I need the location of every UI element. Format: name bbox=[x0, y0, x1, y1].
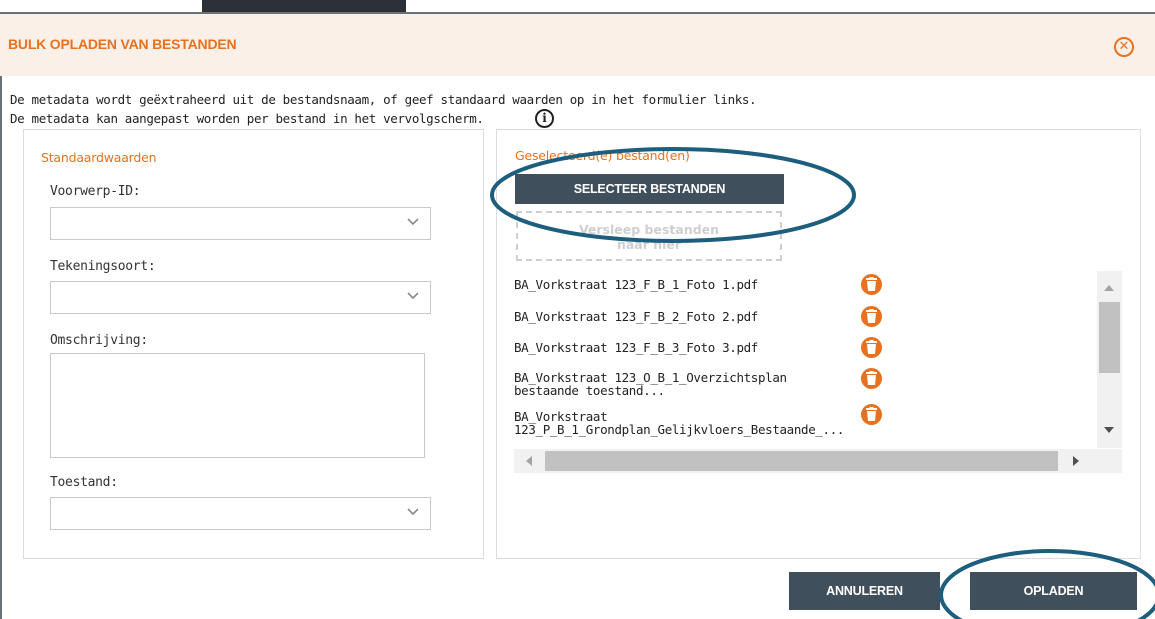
dropzone-text-line-2: naar hier bbox=[616, 237, 682, 252]
cancel-button[interactable]: ANNULEREN bbox=[789, 572, 940, 610]
chevron-down-icon bbox=[407, 292, 419, 300]
voorwerp-id-label: Voorwerp-ID: bbox=[50, 184, 141, 199]
file-name: BA_Vorkstraat 123_F_B_2_Foto 2.pdf bbox=[514, 309, 758, 324]
trash-icon[interactable] bbox=[861, 404, 882, 425]
omschrijving-label: Omschrijving: bbox=[50, 333, 148, 348]
trash-icon[interactable] bbox=[861, 274, 882, 295]
window-top-strip bbox=[0, 0, 1155, 14]
tekeningsoort-select[interactable] bbox=[50, 281, 431, 314]
omschrijving-textarea[interactable] bbox=[50, 353, 425, 458]
dropzone-text-line-1: Versleep bestanden bbox=[578, 222, 720, 237]
trash-icon[interactable] bbox=[861, 306, 882, 327]
vertical-scrollbar[interactable] bbox=[1097, 271, 1122, 448]
select-files-button[interactable]: SELECTEER BESTANDEN bbox=[515, 174, 784, 204]
toestand-label: Toestand: bbox=[50, 475, 118, 490]
chevron-down-icon bbox=[407, 508, 419, 516]
horizontal-scroll-thumb[interactable] bbox=[545, 451, 1058, 471]
scroll-up-arrow-icon[interactable] bbox=[1104, 285, 1114, 291]
file-dropzone[interactable]: Versleep bestanden naar hier bbox=[516, 211, 782, 261]
files-section-title: Geselecteerd(e) bestand(en) bbox=[515, 148, 690, 163]
file-name: BA_Vorkstraat 123_O_B_1_Overzichtsplan b… bbox=[514, 371, 854, 397]
voorwerp-id-select[interactable] bbox=[50, 207, 431, 240]
trash-icon[interactable] bbox=[861, 368, 882, 389]
file-name: BA_Vorkstraat 123_P_B_1_Grondplan_Gelijk… bbox=[514, 410, 854, 436]
trash-icon[interactable] bbox=[861, 337, 882, 358]
close-circle-icon[interactable]: ✕ bbox=[1114, 37, 1134, 57]
dialog-left-border bbox=[0, 76, 2, 619]
vertical-scroll-thumb[interactable] bbox=[1099, 302, 1120, 373]
horizontal-scrollbar[interactable] bbox=[514, 449, 1122, 473]
dialog-header: BULK OPLADEN VAN BESTANDEN ✕ bbox=[0, 14, 1155, 76]
scroll-left-arrow-icon[interactable] bbox=[526, 456, 532, 466]
file-name-line-2: bestaande toestand... bbox=[514, 383, 665, 398]
intro-text-line-1: De metadata wordt geëxtraheerd uit de be… bbox=[10, 92, 757, 107]
intro-text-line-2: De metadata kan aangepast worden per bes… bbox=[10, 111, 484, 126]
scroll-right-arrow-icon[interactable] bbox=[1073, 456, 1079, 466]
dialog-title: BULK OPLADEN VAN BESTANDEN bbox=[8, 36, 237, 52]
defaults-section-title: Standaardwaarden bbox=[41, 150, 157, 165]
scroll-down-arrow-icon[interactable] bbox=[1104, 427, 1114, 433]
info-icon[interactable]: i bbox=[535, 109, 554, 128]
chevron-down-icon bbox=[407, 218, 419, 226]
file-name: BA_Vorkstraat 123_F_B_3_Foto 3.pdf bbox=[514, 340, 758, 355]
upload-button[interactable]: OPLADEN bbox=[970, 572, 1137, 610]
file-name-line-2: 123_P_B_1_Grondplan_Gelijkvloers_Bestaan… bbox=[514, 422, 845, 437]
toestand-select[interactable] bbox=[50, 497, 431, 530]
file-name: BA_Vorkstraat 123_F_B_1_Foto 1.pdf bbox=[514, 277, 758, 292]
tekeningsoort-label: Tekeningsoort: bbox=[50, 259, 156, 274]
